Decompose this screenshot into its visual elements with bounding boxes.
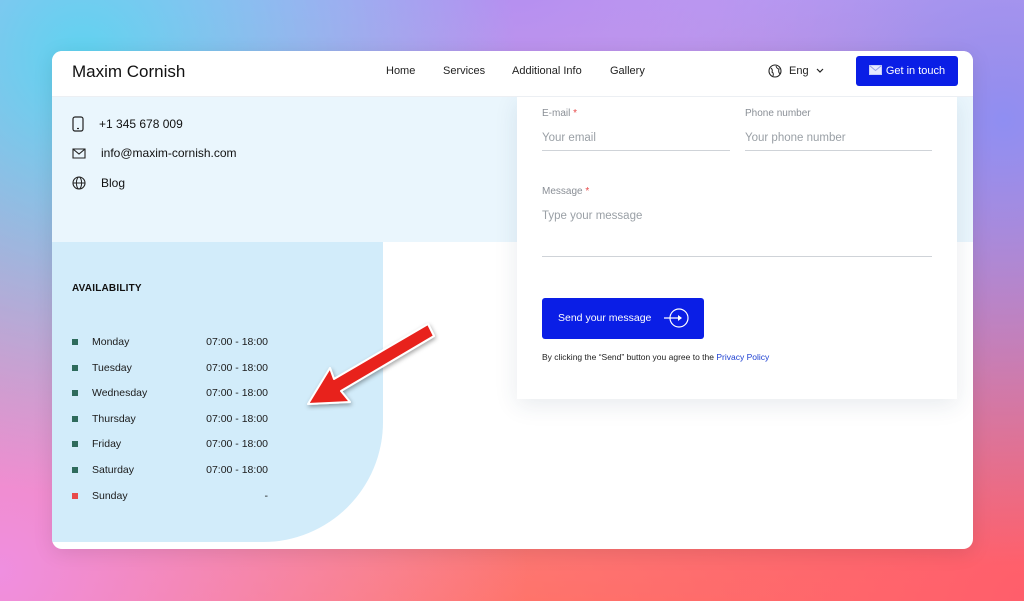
browser-window: Maxim Cornish Home Services Additional I… <box>52 51 973 549</box>
envelope-icon <box>868 64 882 78</box>
day-hours: 07:00 - 18:00 <box>206 438 268 450</box>
get-in-touch-button[interactable]: Get in touch <box>856 56 958 86</box>
contact-phone-text: +1 345 678 009 <box>99 117 183 131</box>
day-hours: 07:00 - 18:00 <box>206 362 268 374</box>
privacy-policy-link[interactable]: Privacy Policy <box>716 352 769 362</box>
phone-field[interactable] <box>745 132 932 151</box>
day-name: Saturday <box>92 464 135 476</box>
get-in-touch-label: Get in touch <box>885 65 946 77</box>
status-indicator <box>72 416 78 422</box>
globe-icon <box>72 176 86 190</box>
message-field[interactable] <box>542 210 932 257</box>
day-hours: 07:00 - 18:00 <box>206 336 268 348</box>
day-hours: 07:00 - 18:00 <box>206 464 268 476</box>
day-name: Tuesday <box>92 362 132 374</box>
required-mark: * <box>585 186 590 197</box>
nav-link-additional-info[interactable]: Additional Info <box>512 65 582 77</box>
email-label: E-mail * <box>542 108 578 119</box>
day-hours: 07:00 - 18:00 <box>206 413 268 425</box>
day-hours: 07:00 - 18:00 <box>206 387 268 399</box>
nav-link-gallery[interactable]: Gallery <box>610 65 645 77</box>
phone-label: Phone number <box>745 108 811 119</box>
site-header: Maxim Cornish Home Services Additional I… <box>52 51 973 97</box>
day-hours: - <box>264 490 269 502</box>
availability-row: Wednesday 07:00 - 18:00 <box>72 387 268 401</box>
availability-row: Saturday 07:00 - 18:00 <box>72 464 268 478</box>
nav-link-home[interactable]: Home <box>386 65 415 77</box>
contact-form: E-mail * Phone number Message * Send you… <box>517 96 957 399</box>
contact-email[interactable]: info@maxim-cornish.com <box>72 146 237 160</box>
contact-phone[interactable]: +1 345 678 009 <box>72 116 183 132</box>
status-indicator <box>72 390 78 396</box>
day-name: Friday <box>92 438 122 450</box>
day-name: Sunday <box>92 490 128 502</box>
nav-link-services[interactable]: Services <box>443 65 485 77</box>
chevron-down-icon <box>816 68 824 74</box>
availability-row: Monday 07:00 - 18:00 <box>72 336 268 350</box>
required-mark: * <box>573 108 578 119</box>
arrow-circle-icon <box>664 308 689 328</box>
annotation-arrow-icon <box>307 323 435 405</box>
availability-row: Tuesday 07:00 - 18:00 <box>72 362 268 376</box>
availability-row: Thursday 07:00 - 18:00 <box>72 413 268 427</box>
contact-blog-text: Blog <box>101 176 126 190</box>
day-name: Thursday <box>92 413 136 425</box>
send-message-button[interactable]: Send your message <box>542 298 704 339</box>
availability-row: Friday 07:00 - 18:00 <box>72 438 268 452</box>
status-indicator <box>72 467 78 473</box>
send-message-label: Send your message <box>558 312 652 324</box>
privacy-disclaimer: By clicking the “Send” button you agree … <box>542 352 770 362</box>
availability-title: AVAILABILITY <box>72 283 142 294</box>
mail-icon <box>72 147 86 159</box>
message-label: Message * <box>542 186 590 197</box>
brand-name[interactable]: Maxim Cornish <box>72 62 185 82</box>
email-field[interactable] <box>542 132 730 151</box>
language-label: Eng <box>789 65 809 77</box>
language-selector[interactable]: Eng <box>768 64 824 78</box>
day-name: Monday <box>92 336 130 348</box>
availability-row: Sunday - <box>72 490 268 504</box>
status-indicator <box>72 365 78 371</box>
status-indicator <box>72 339 78 345</box>
globe-icon <box>768 64 782 78</box>
contact-blog[interactable]: Blog <box>72 176 125 190</box>
status-indicator <box>72 441 78 447</box>
contact-email-text: info@maxim-cornish.com <box>101 146 237 160</box>
status-indicator <box>72 493 78 499</box>
day-name: Wednesday <box>92 387 148 399</box>
phone-icon <box>72 116 84 132</box>
